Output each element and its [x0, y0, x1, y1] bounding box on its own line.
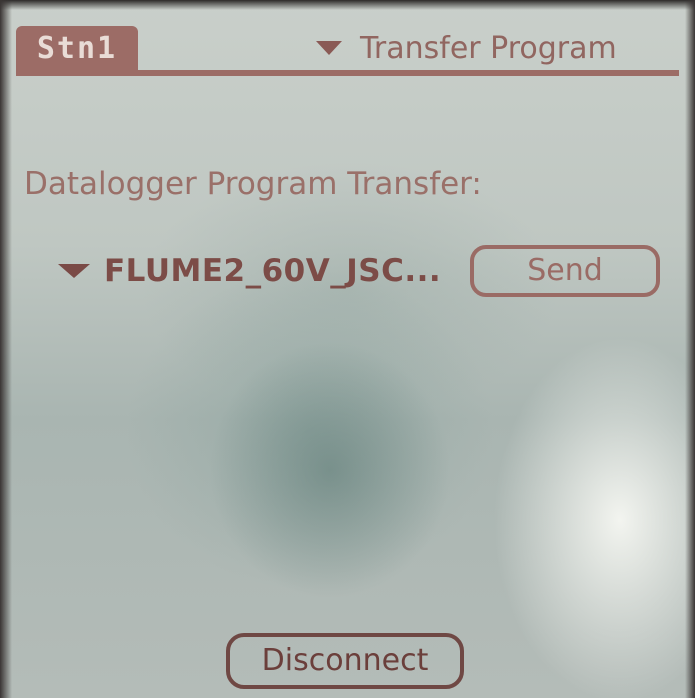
app-title-tab[interactable]: Stn1: [16, 26, 138, 72]
program-select[interactable]: FLUME2_60V_JSC...: [58, 246, 441, 296]
bezel-edge: [685, 0, 695, 698]
program-select-value: FLUME2_60V_JSC...: [104, 253, 442, 289]
bezel-edge: [0, 0, 695, 10]
dropdown-triangle-icon: [58, 264, 90, 278]
view-menu-label: Transfer Program: [360, 30, 617, 66]
view-menu-trigger[interactable]: Transfer Program: [316, 26, 617, 70]
dropdown-triangle-icon: [316, 41, 342, 55]
device-screen: Stn1 Transfer Program Datalogger Program…: [0, 0, 695, 698]
bezel-edge: [0, 0, 12, 698]
section-label: Datalogger Program Transfer:: [24, 166, 482, 202]
disconnect-button[interactable]: Disconnect: [226, 633, 464, 689]
send-button[interactable]: Send: [470, 245, 660, 297]
title-bar: Stn1 Transfer Program: [16, 22, 679, 82]
title-underline: [16, 70, 679, 76]
